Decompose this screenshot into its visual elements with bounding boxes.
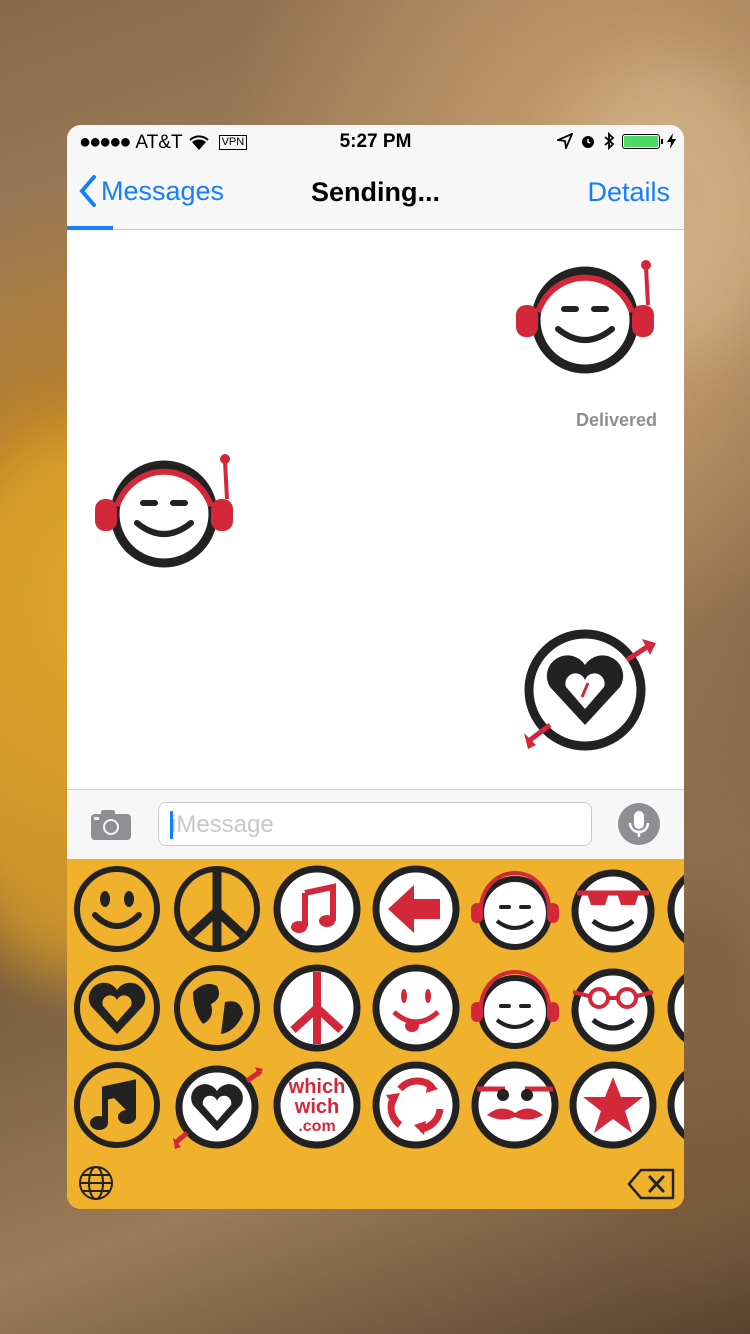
headphones-smiley-sticker[interactable] bbox=[91, 441, 241, 576]
peace-sticker[interactable] bbox=[171, 863, 263, 955]
peace-red-sticker[interactable] bbox=[271, 962, 363, 1054]
camera-icon[interactable] bbox=[89, 808, 133, 842]
recycle-sticker[interactable] bbox=[370, 1059, 462, 1151]
partial-sticker[interactable] bbox=[665, 1059, 684, 1151]
phone-screen: ●●●●● AT&T VPN 5:27 PM Messages Sending.… bbox=[67, 125, 684, 1209]
svg-text:wich: wich bbox=[294, 1096, 339, 1118]
music-note-yellow-sticker[interactable] bbox=[71, 1059, 163, 1151]
status-bar: ●●●●● AT&T VPN 5:27 PM bbox=[67, 125, 684, 159]
alarm-icon bbox=[582, 136, 594, 148]
globe-keyboard-switch-icon[interactable] bbox=[77, 1164, 115, 1202]
delivered-status: Delivered bbox=[575, 410, 657, 430]
location-icon bbox=[557, 133, 573, 149]
partial-sticker[interactable] bbox=[665, 962, 684, 1054]
globe-sticker[interactable] bbox=[171, 962, 263, 1054]
heart-arrow-sticker[interactable] bbox=[171, 1059, 263, 1151]
details-button[interactable]: Details bbox=[587, 177, 670, 208]
delete-backspace-icon[interactable] bbox=[627, 1167, 677, 1201]
svg-text:.com: .com bbox=[298, 1118, 335, 1135]
text-cursor bbox=[170, 811, 173, 839]
star-sticker[interactable] bbox=[567, 1059, 659, 1151]
bluetooth-icon bbox=[604, 132, 615, 150]
partial-sticker[interactable] bbox=[665, 863, 684, 955]
sticker-tray: which wich .com bbox=[67, 859, 684, 1209]
navigation-bar: Messages Sending... Details bbox=[67, 159, 684, 230]
battery-icon bbox=[622, 133, 663, 149]
music-note-sticker[interactable] bbox=[271, 863, 363, 955]
compose-bar: iMessage bbox=[67, 789, 684, 860]
tongue-smiley-sticker[interactable] bbox=[370, 962, 462, 1054]
headphones-smiley-sticker[interactable] bbox=[512, 247, 662, 382]
headphones-smiley-sticker[interactable] bbox=[469, 962, 561, 1054]
smiley-sticker[interactable] bbox=[71, 863, 163, 955]
charging-icon bbox=[667, 133, 676, 149]
which-wich-sticker[interactable]: whichwich.com bbox=[271, 1059, 363, 1151]
sunglasses-smiley-sticker[interactable] bbox=[567, 863, 659, 955]
message-input[interactable]: iMessage bbox=[158, 802, 592, 846]
heart-sticker[interactable] bbox=[71, 962, 163, 1054]
mustache-sticker[interactable] bbox=[469, 1059, 561, 1151]
svg-text:which: which bbox=[288, 1076, 346, 1098]
arrow-left-sticker[interactable] bbox=[370, 863, 462, 955]
send-progress-bar bbox=[67, 226, 114, 230]
glasses-smiley-sticker[interactable] bbox=[567, 962, 659, 1054]
microphone-icon bbox=[628, 811, 650, 837]
headphones-smiley-sticker[interactable] bbox=[469, 863, 561, 955]
dictation-button[interactable] bbox=[618, 803, 660, 845]
heart-arrow-sticker[interactable] bbox=[522, 625, 662, 755]
message-placeholder: iMessage bbox=[171, 811, 274, 838]
